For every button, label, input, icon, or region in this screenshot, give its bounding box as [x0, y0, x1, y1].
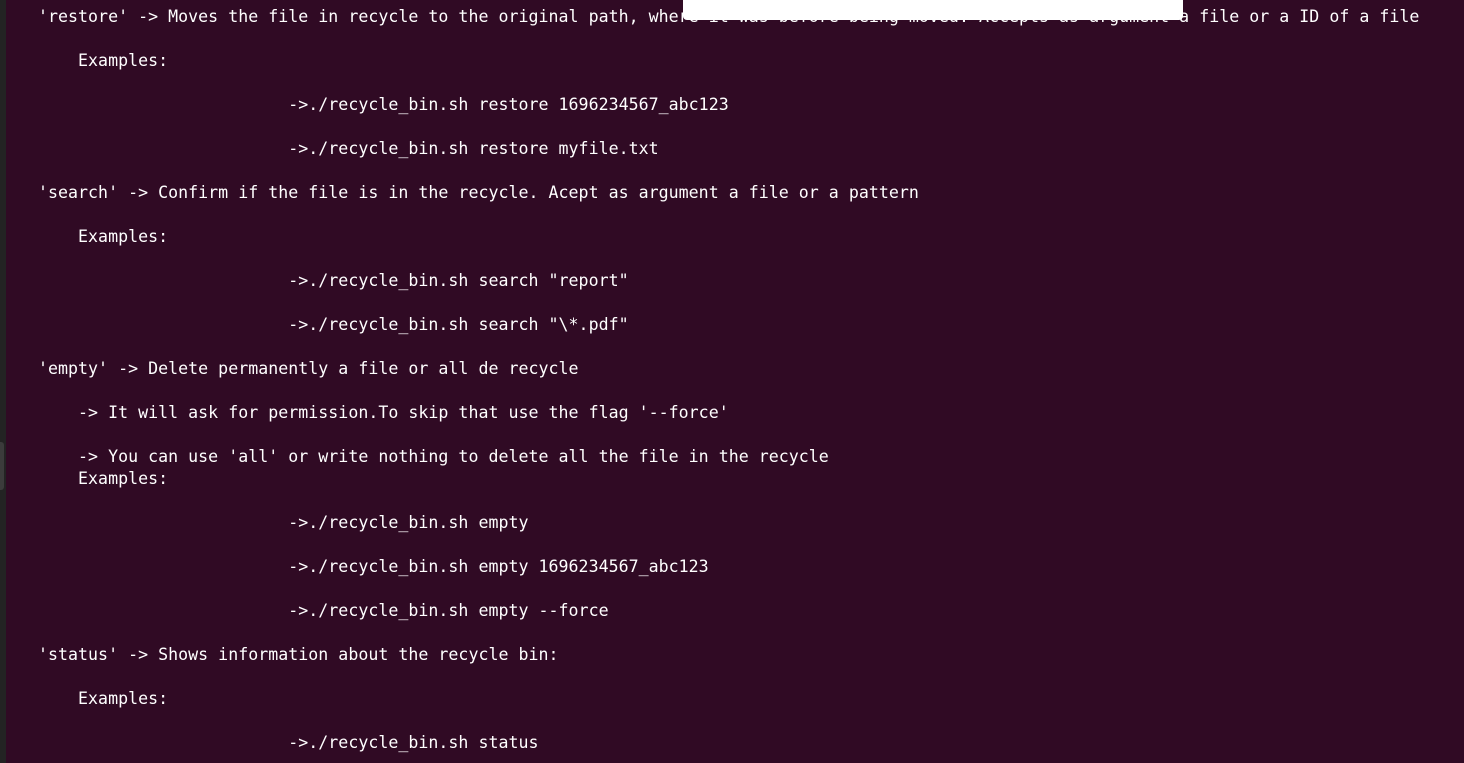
terminal-line-example-command: ->./recycle_bin.sh empty 1696234567_abc1…: [38, 557, 709, 576]
terminal-line-examples-label: Examples:: [38, 469, 169, 488]
terminal-line-example-command: ->./recycle_bin.sh restore myfile.txt: [38, 139, 659, 158]
terminal-output[interactable]: 'restore' -> Moves the file in recycle t…: [0, 0, 1464, 763]
terminal-line-example-command: ->./recycle_bin.sh empty: [38, 513, 529, 532]
terminal-line-status-description: 'status' -> Shows information about the …: [38, 645, 559, 664]
terminal-line-search-description: 'search' -> Confirm if the file is in th…: [38, 183, 919, 202]
terminal-line-example-command: ->./recycle_bin.sh search "\*.pdf": [38, 315, 629, 334]
terminal-line-example-command: ->./recycle_bin.sh search "report": [38, 271, 629, 290]
overlay-notification: [683, 0, 1183, 20]
terminal-line-empty-description: 'empty' -> Delete permanently a file or …: [38, 359, 579, 378]
terminal-line-example-command: ->./recycle_bin.sh restore 1696234567_ab…: [38, 95, 729, 114]
terminal-window: 'restore' -> Moves the file in recycle t…: [0, 0, 1464, 763]
terminal-line-examples-label: Examples:: [38, 227, 169, 246]
terminal-line-empty-note: -> It will ask for permission.To skip th…: [38, 403, 729, 422]
terminal-line-examples-label: Examples:: [38, 689, 169, 708]
terminal-line-example-command: ->./recycle_bin.sh status: [38, 733, 539, 752]
terminal-line-example-command: ->./recycle_bin.sh empty --force: [38, 601, 609, 620]
terminal-line-empty-note: -> You can use 'all' or write nothing to…: [38, 447, 829, 466]
terminal-line-examples-label: Examples:: [38, 51, 169, 70]
